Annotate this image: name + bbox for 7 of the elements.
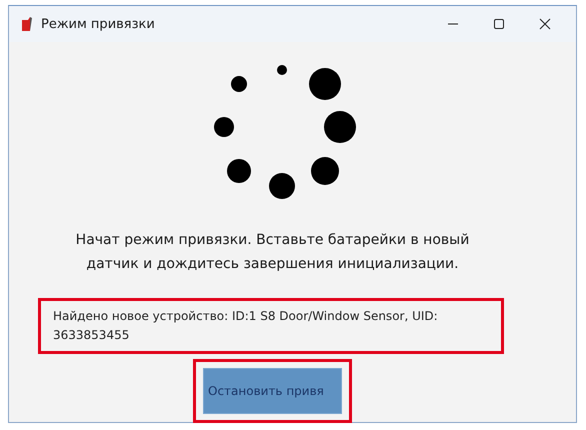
maximize-icon (493, 18, 505, 30)
close-icon (539, 18, 551, 30)
app-icon (21, 17, 33, 31)
window-title: Режим привязки (41, 16, 156, 32)
stop-button[interactable]: Остановить привя (203, 368, 342, 414)
device-found-text: Найдено новое устройство: ID:1 S8 Door/Window Sensor, UID: 3633853455 (53, 308, 439, 344)
instruction-text: Начат режим привязки. Вставьте батарейки в новый датчик и дождитесь завершения инициализации. (74, 231, 470, 274)
